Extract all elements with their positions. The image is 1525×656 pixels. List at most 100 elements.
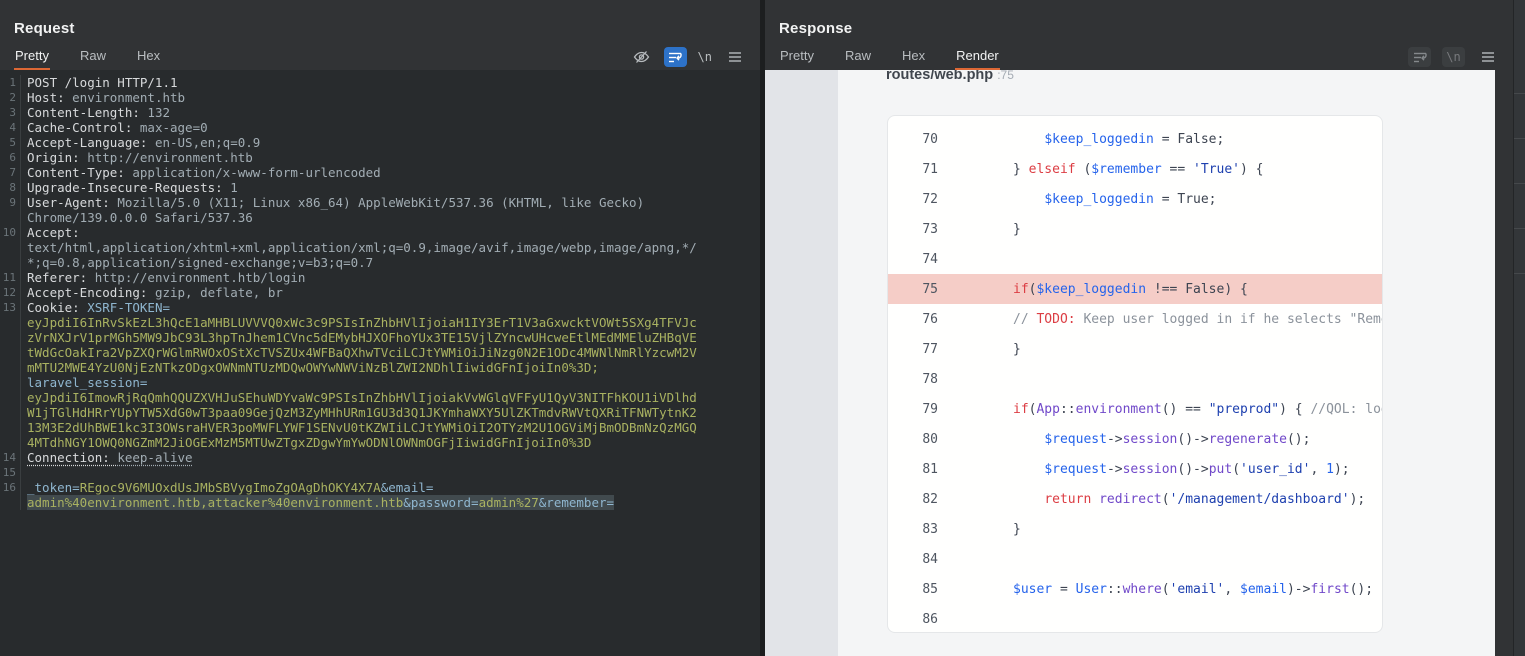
tab-hex[interactable]: Hex — [136, 44, 161, 70]
code-line-number: 76 — [888, 312, 938, 327]
code-line: 83} — [888, 514, 1382, 544]
line-number: 11 — [0, 270, 21, 285]
line-number: 5 — [0, 135, 21, 150]
request-line: 5Accept-Language: en-US,en;q=0.9 — [0, 135, 760, 150]
request-line: laravel_session= — [0, 375, 760, 390]
request-line: Chrome/139.0.0.0 Safari/537.36 — [0, 210, 760, 225]
hamburger-menu-icon[interactable] — [1476, 47, 1499, 67]
line-number — [0, 255, 21, 270]
request-line: 7Content-Type: application/x-www-form-ur… — [0, 165, 760, 180]
code-line: 82 return redirect('/management/dashboar… — [888, 484, 1382, 514]
tab-pretty[interactable]: Pretty — [14, 44, 50, 70]
word-wrap-icon[interactable] — [664, 47, 687, 67]
line-number: 8 — [0, 180, 21, 195]
code-line: 73} — [888, 214, 1382, 244]
file-line-number: :75 — [997, 70, 1014, 82]
newline-toggle[interactable]: \n — [698, 50, 712, 64]
code-line: 84 — [888, 544, 1382, 574]
render-page-sidebar — [765, 70, 838, 656]
response-tab-icons: \n — [1408, 47, 1499, 67]
code-line-number: 85 — [888, 582, 938, 597]
request-line: 12Accept-Encoding: gzip, deflate, br — [0, 285, 760, 300]
code-line: 74 — [888, 244, 1382, 274]
request-line: tWdGcOakIra2VpZXQrWGlmRWOxOStXcTVSZUx4WF… — [0, 345, 760, 360]
request-line: mMTU2MWE4YzU0NjEzNTkzODgxOWNmNTUzMDQwOWY… — [0, 360, 760, 375]
request-line: admin%40environment.htb,attacker%40envir… — [0, 495, 760, 510]
code-line-number: 77 — [888, 342, 938, 357]
request-line: 10Accept: — [0, 225, 760, 240]
code-line: 85$user = User::where('email', $email)->… — [888, 574, 1382, 604]
code-line: 80 $request->session()->regenerate(); — [888, 424, 1382, 454]
newline-toggle[interactable]: \n — [1442, 47, 1465, 67]
request-line: 1POST /login HTTP/1.1 — [0, 75, 760, 90]
collapsed-inspector-strip[interactable] — [1513, 0, 1525, 656]
line-number: 12 — [0, 285, 21, 300]
inspector-divider — [1514, 183, 1525, 184]
code-line-highlighted: 75if($keep_loggedin !== False) { — [888, 274, 1382, 304]
request-line: 15 — [0, 465, 760, 480]
code-line-number: 79 — [888, 402, 938, 417]
tab-render[interactable]: Render — [955, 44, 1000, 70]
code-line-number: 83 — [888, 522, 938, 537]
code-line: 70 $keep_loggedin = False; — [888, 124, 1382, 154]
line-number: 14 — [0, 450, 21, 465]
line-number — [0, 240, 21, 255]
tab-raw[interactable]: Raw — [79, 44, 107, 70]
request-tab-icons: \n — [630, 47, 746, 67]
response-panel-title: Response — [779, 20, 852, 37]
request-line: 6Origin: http://environment.htb — [0, 150, 760, 165]
code-line: 76// TODO: Keep user logged in if he sel… — [888, 304, 1382, 334]
request-line: 3Content-Length: 132 — [0, 105, 760, 120]
line-number: 7 — [0, 165, 21, 180]
code-line-number: 71 — [888, 162, 938, 177]
source-file-path: routes/web.php :75 — [886, 70, 1014, 83]
line-number — [0, 345, 21, 360]
request-panel-header: Request PrettyRawHex — [0, 0, 760, 70]
code-line-number: 86 — [888, 612, 938, 627]
hamburger-menu-icon[interactable] — [723, 47, 746, 67]
line-number: 10 — [0, 225, 21, 240]
line-number — [0, 495, 21, 510]
line-number — [0, 405, 21, 420]
word-wrap-icon[interactable] — [1408, 47, 1431, 67]
inspector-divider — [1514, 138, 1525, 139]
code-snippet-box: 70 $keep_loggedin = False;71} elseif ($r… — [887, 115, 1383, 633]
code-line: 78 — [888, 364, 1382, 394]
code-line: 86 — [888, 604, 1382, 633]
code-line-number: 73 — [888, 222, 938, 237]
line-number — [0, 375, 21, 390]
line-number: 6 — [0, 150, 21, 165]
line-number: 2 — [0, 90, 21, 105]
request-line: eyJpdiI6ImowRjRqQmhQQUZXVHJuSEhuWDYvaWc9… — [0, 390, 760, 405]
burp-repeater-view: Request PrettyRawHex — [0, 0, 1525, 656]
response-panel: Response Pretty Raw Hex Render \n — [765, 0, 1513, 656]
request-line: text/html,application/xhtml+xml,applicat… — [0, 240, 760, 255]
request-line: 2Host: environment.htb — [0, 90, 760, 105]
line-number: 13 — [0, 300, 21, 315]
line-number: 16 — [0, 480, 21, 495]
hide-nonprintable-icon[interactable] — [630, 47, 653, 67]
tab-pretty[interactable]: Pretty — [779, 44, 815, 70]
code-line-number: 80 — [888, 432, 938, 447]
line-number: 4 — [0, 120, 21, 135]
request-line: 4Cache-Control: max-age=0 — [0, 120, 760, 135]
line-number — [0, 315, 21, 330]
code-line-number: 84 — [888, 552, 938, 567]
tab-hex[interactable]: Hex — [901, 44, 926, 70]
response-tabbar: Pretty Raw Hex Render \n — [765, 44, 1513, 70]
request-line: 13M3E2dUhBWE1kc3I3OWsraHVER3poMWFLYWF1SE… — [0, 420, 760, 435]
line-number — [0, 390, 21, 405]
request-line: 8Upgrade-Insecure-Requests: 1 — [0, 180, 760, 195]
request-line: 13Cookie: XSRF-TOKEN= — [0, 300, 760, 315]
code-line-number: 72 — [888, 192, 938, 207]
code-line-number: 70 — [888, 132, 938, 147]
line-number: 1 — [0, 75, 21, 90]
request-line: eyJpdiI6InRvSkEzL3hQcE1aMHBLUVVVQ0xWc3c9… — [0, 315, 760, 330]
code-line: 79if(App::environment() == "preprod") { … — [888, 394, 1382, 424]
code-line: 81 $request->session()->put('user_id', 1… — [888, 454, 1382, 484]
request-tabbar: Pretty Raw Hex — [0, 44, 760, 70]
request-editor[interactable]: 1POST /login HTTP/1.12Host: environment.… — [0, 70, 760, 656]
line-number: 15 — [0, 465, 21, 480]
tab-raw[interactable]: Raw — [844, 44, 872, 70]
request-line: 11Referer: http://environment.htb/login — [0, 270, 760, 285]
